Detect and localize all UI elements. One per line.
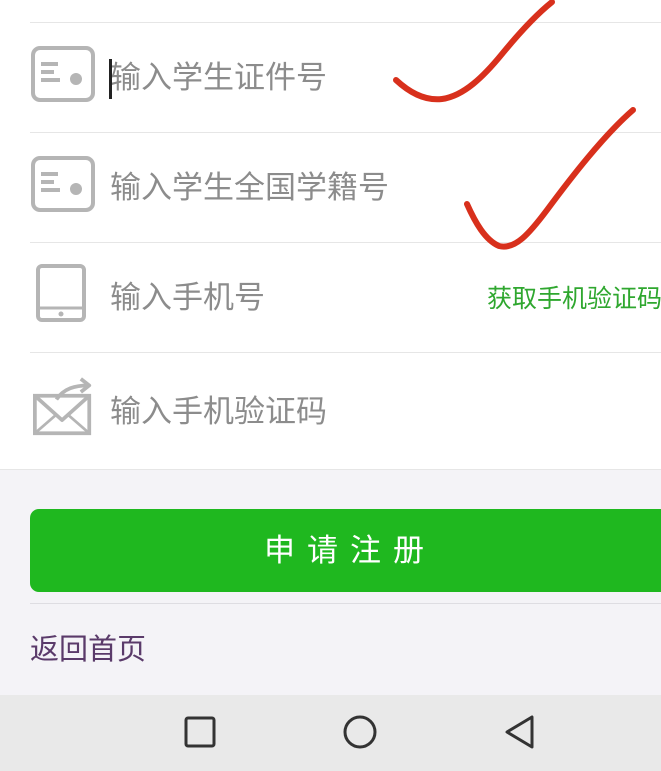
sms-code-row bbox=[0, 353, 661, 470]
system-navigation-bar bbox=[0, 695, 661, 771]
id-card-icon bbox=[31, 156, 95, 212]
triangle-back-icon[interactable] bbox=[495, 709, 545, 755]
student-id-row bbox=[0, 23, 661, 133]
phone-row: 获取手机验证码 bbox=[0, 243, 661, 353]
envelope-arrow-icon bbox=[33, 377, 92, 436]
divider bbox=[30, 603, 661, 604]
registration-screen: 获取手机验证码 申请注册 返回首页 bbox=[0, 0, 661, 771]
get-verification-code-button[interactable]: 获取手机验证码 bbox=[487, 279, 661, 315]
student-id-input[interactable] bbox=[110, 23, 470, 133]
tablet-phone-icon bbox=[36, 264, 86, 322]
register-button[interactable]: 申请注册 bbox=[30, 509, 661, 592]
action-area: 申请注册 返回首页 bbox=[0, 470, 661, 695]
sms-code-input[interactable] bbox=[110, 353, 470, 470]
id-card-icon bbox=[31, 46, 95, 102]
square-recent-apps-icon[interactable] bbox=[175, 709, 225, 755]
back-to-home-link[interactable]: 返回首页 bbox=[30, 626, 146, 668]
national-id-row bbox=[0, 133, 661, 243]
circle-home-icon[interactable] bbox=[335, 709, 385, 755]
registration-form: 获取手机验证码 bbox=[0, 0, 661, 470]
national-id-input[interactable] bbox=[110, 133, 470, 243]
text-cursor bbox=[109, 59, 112, 99]
phone-input[interactable] bbox=[110, 243, 470, 353]
